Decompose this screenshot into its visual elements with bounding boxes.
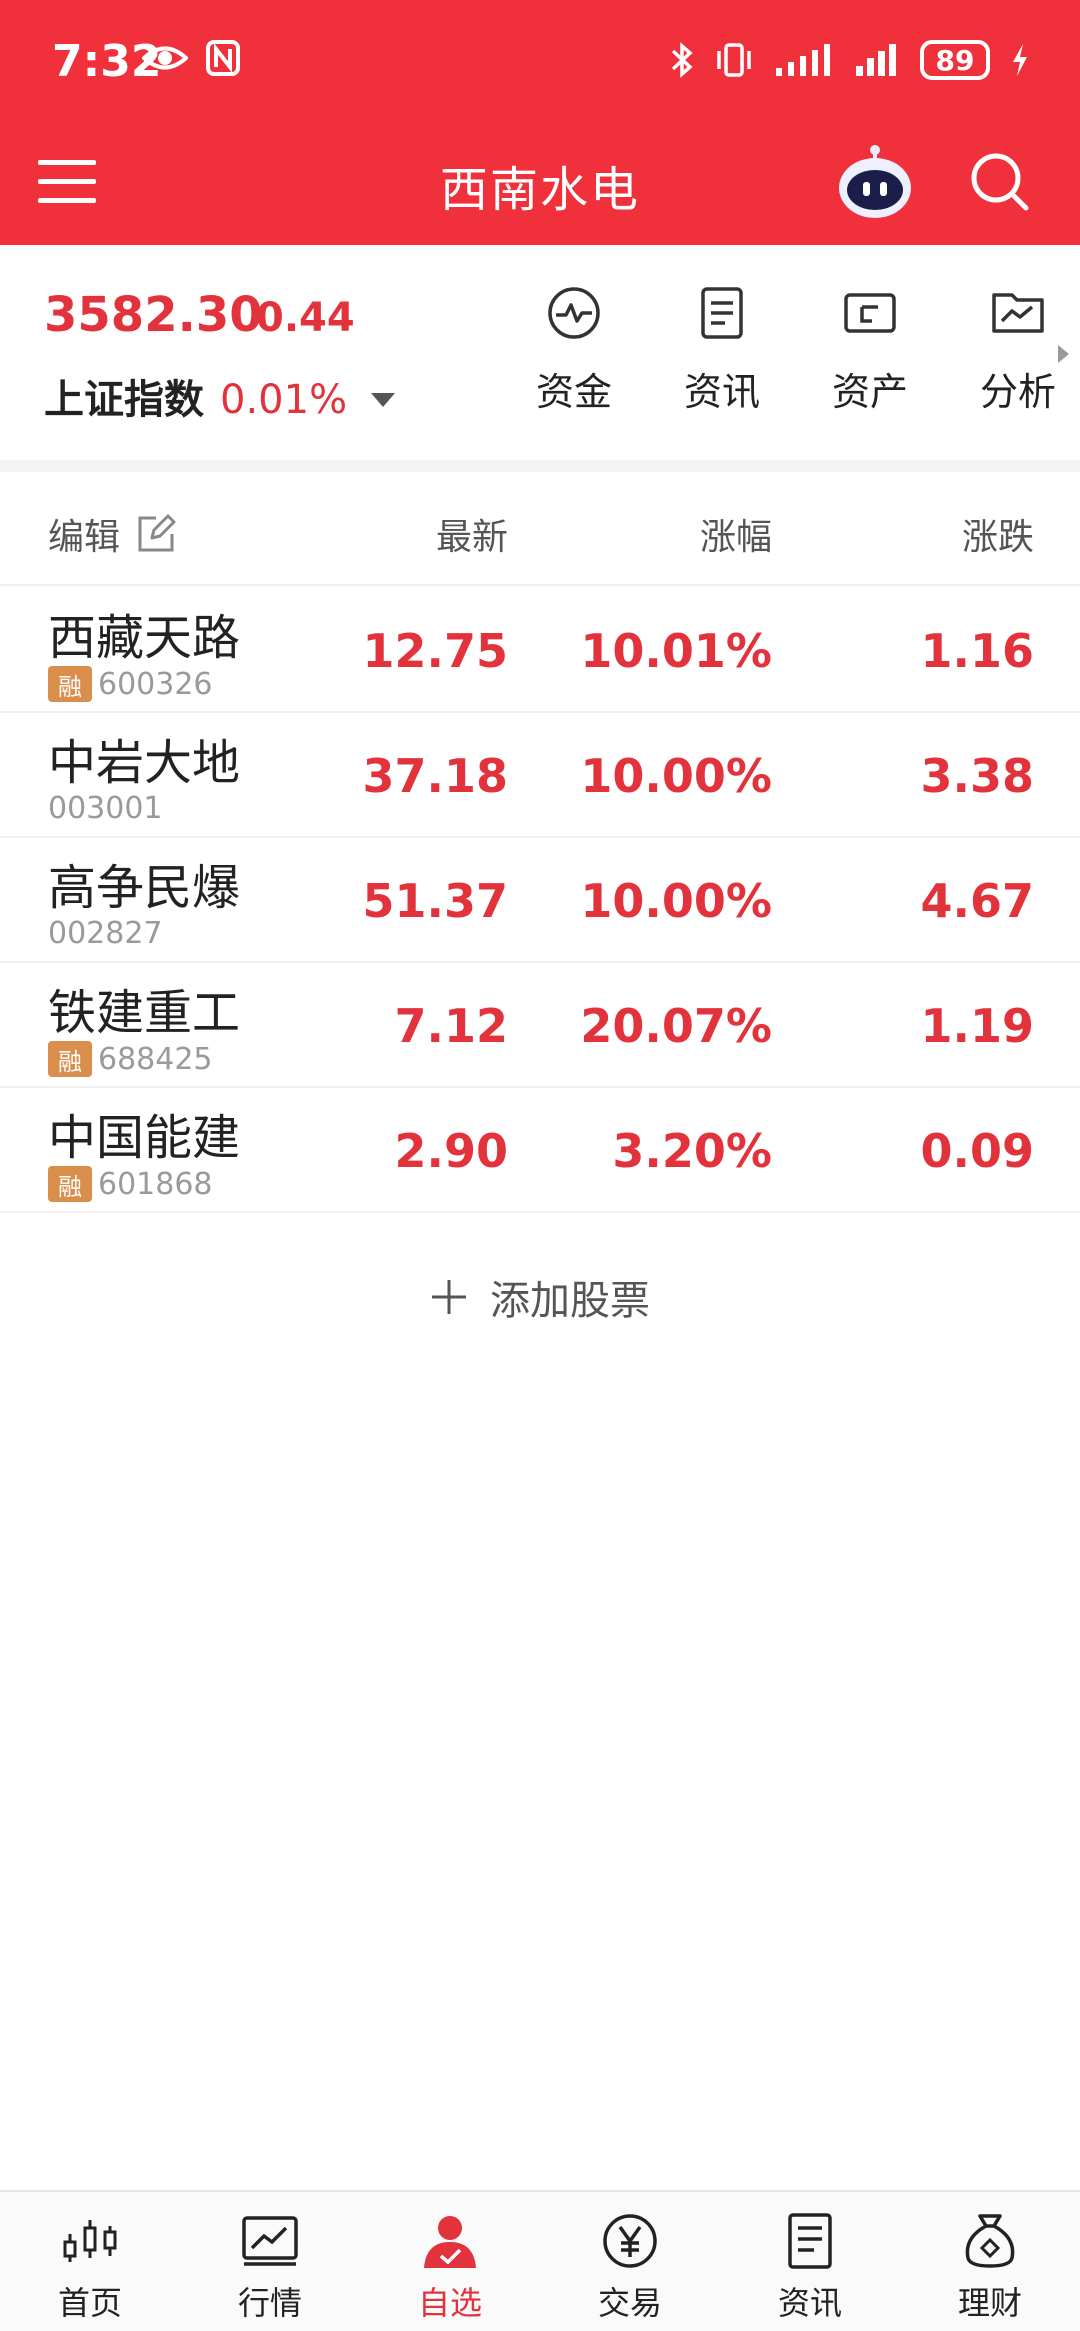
- app-header: 西南水电: [0, 120, 1080, 245]
- stock-name: 高争民爆: [48, 860, 241, 916]
- nfc-icon: [206, 40, 240, 76]
- index-value: 3582.30: [44, 287, 263, 343]
- index-pct: 0.01%: [220, 377, 348, 423]
- watchlist-header: 编辑 最新 涨幅 涨跌: [0, 472, 1080, 586]
- column-pct-change[interactable]: 涨幅: [700, 508, 772, 560]
- candlestick-icon: [63, 2220, 117, 2262]
- stock-latest: 7.12: [394, 999, 509, 1053]
- margin-tag: 融: [48, 1166, 92, 1202]
- table-row[interactable]: 中岩大地 003001 37.18 10.00% 3.38: [0, 713, 1080, 838]
- stock-change: 3.38: [920, 749, 1035, 803]
- yen-icon: [603, 2214, 657, 2268]
- bottom-nav: 首页 行情 自选 交易 资讯 理财: [0, 2190, 1080, 2331]
- chart-folder-icon: [992, 293, 1044, 333]
- news-icon: [788, 2213, 832, 2269]
- edit-icon: [138, 514, 176, 552]
- index-change: 0.44: [256, 295, 355, 341]
- stock-change: 4.67: [920, 874, 1035, 928]
- stock-pct: 10.00%: [580, 749, 772, 803]
- stock-name: 西藏天路: [48, 610, 241, 666]
- stock-name: 中国能建: [48, 1110, 241, 1166]
- edit-button[interactable]: 编辑: [48, 508, 176, 560]
- search-button[interactable]: [968, 150, 1032, 214]
- stock-change: 0.09: [920, 1124, 1035, 1178]
- table-row[interactable]: 铁建重工 融 688425 7.12 20.07% 1.19: [0, 963, 1080, 1088]
- stock-code: 002827: [48, 916, 163, 951]
- column-change[interactable]: 涨跌: [962, 508, 1034, 560]
- money-bag-icon: [965, 2214, 1015, 2268]
- stock-name: 中岩大地: [48, 735, 241, 791]
- plus-icon: [432, 1280, 466, 1314]
- vibrate-icon: [717, 43, 751, 77]
- nav-news[interactable]: 资讯: [720, 2192, 900, 2331]
- stock-code: 601868: [98, 1166, 213, 1202]
- stock-latest: 12.75: [362, 624, 508, 678]
- table-row[interactable]: 中国能建 融 601868 2.90 3.20% 0.09: [0, 1088, 1080, 1213]
- document-icon: [701, 287, 743, 339]
- search-icon: [971, 153, 1029, 211]
- stock-code: 003001: [48, 791, 163, 826]
- stock-change: 1.16: [920, 624, 1035, 678]
- stock-pct: 10.00%: [580, 874, 772, 928]
- stock-pct: 3.20%: [612, 1124, 772, 1178]
- stock-latest: 2.90: [394, 1124, 509, 1178]
- column-latest[interactable]: 最新: [436, 508, 508, 560]
- assistant-button[interactable]: [835, 142, 915, 222]
- user-check-icon: [424, 2216, 476, 2268]
- nav-watchlist[interactable]: 自选: [360, 2192, 540, 2331]
- stock-name: 铁建重工: [48, 985, 241, 1041]
- nav-market[interactable]: 行情: [180, 2192, 360, 2331]
- nav-home[interactable]: 首页: [0, 2192, 180, 2331]
- stock-code: 688425: [98, 1041, 213, 1077]
- stock-change: 1.19: [920, 999, 1035, 1053]
- charging-icon: [1013, 44, 1027, 76]
- wallet-icon: [844, 293, 896, 333]
- tool-assets[interactable]: 资产: [796, 285, 944, 416]
- section-divider: [0, 460, 1080, 472]
- watchlist: 西藏天路 融 600326 12.75 10.01% 1.16 中岩大地 003…: [0, 588, 1080, 1213]
- index-selector[interactable]: 上证指数 0.01%: [44, 367, 396, 425]
- margin-tag: 融: [48, 1041, 92, 1077]
- index-summary: 3582.30 0.44 上证指数 0.01% 资金 资讯 资产 分析: [0, 245, 1080, 465]
- stock-pct: 20.07%: [580, 999, 772, 1053]
- add-stock-button[interactable]: 添加股票: [0, 1268, 1080, 1326]
- table-row[interactable]: 西藏天路 融 600326 12.75 10.01% 1.16: [0, 588, 1080, 713]
- bluetooth-icon: [671, 42, 693, 78]
- stock-pct: 10.01%: [580, 624, 772, 678]
- margin-tag: 融: [48, 666, 92, 702]
- signal-2-icon: [856, 44, 896, 76]
- robot-icon: [839, 145, 911, 218]
- more-tools-arrow-icon[interactable]: [1058, 345, 1069, 363]
- tool-funds[interactable]: 资金: [500, 285, 648, 416]
- status-bar: 7:32 89: [0, 0, 1080, 120]
- page-title: 西南水电: [439, 162, 640, 218]
- eye-icon: [142, 46, 188, 70]
- stock-latest: 51.37: [362, 874, 508, 928]
- tool-news[interactable]: 资讯: [648, 285, 796, 416]
- nav-wealth[interactable]: 理财: [900, 2192, 1080, 2331]
- stock-code: 600326: [98, 666, 213, 702]
- table-row[interactable]: 高争民爆 002827 51.37 10.00% 4.67: [0, 838, 1080, 963]
- signal-1-icon: [776, 44, 830, 76]
- line-chart-icon: [242, 2216, 298, 2266]
- pulse-icon: [548, 287, 600, 339]
- caret-down-icon: [371, 393, 396, 407]
- quick-tools: 资金 资讯 资产 分析: [500, 285, 1080, 416]
- battery-indicator: 89: [920, 40, 990, 80]
- nav-trade[interactable]: 交易: [540, 2192, 720, 2331]
- stock-latest: 37.18: [362, 749, 508, 803]
- index-name: 上证指数: [44, 377, 204, 423]
